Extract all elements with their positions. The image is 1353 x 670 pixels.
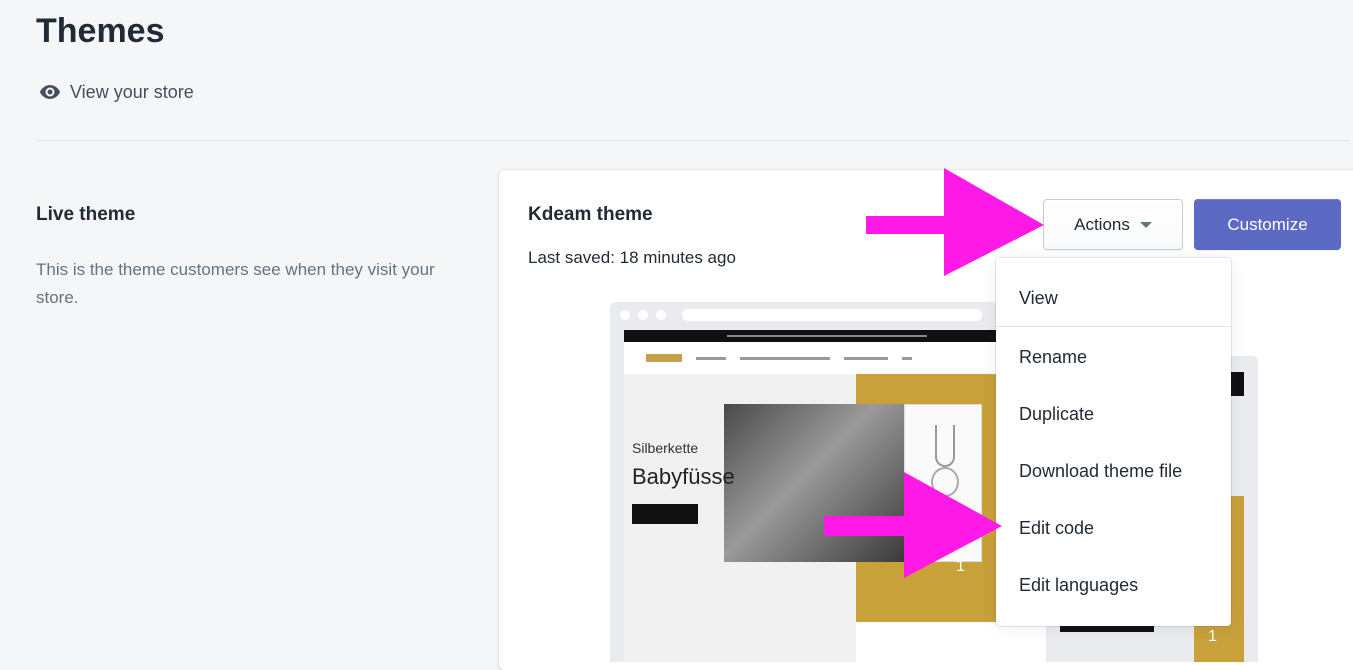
preview-nav xyxy=(624,342,1030,375)
header-divider xyxy=(36,140,1350,141)
arrow-annotation-edit-code xyxy=(824,472,1002,578)
preview-nav-item xyxy=(696,356,726,360)
page-title: Themes xyxy=(36,12,165,50)
browser-dot xyxy=(638,310,648,320)
eye-icon xyxy=(40,85,60,99)
live-theme-heading: Live theme xyxy=(36,204,136,225)
preview-logo xyxy=(646,354,682,362)
preview-hero-title: Babyfüsse xyxy=(632,464,735,489)
actions-button[interactable]: Actions xyxy=(1043,199,1183,250)
menu-item-edit-languages[interactable]: Edit languages xyxy=(996,560,1231,610)
browser-dot xyxy=(656,310,666,320)
mobile-slide-number: 1 xyxy=(1208,628,1217,645)
customize-button[interactable]: Customize xyxy=(1194,199,1341,250)
arrow-annotation-actions xyxy=(866,168,1044,276)
live-theme-description: This is the theme customers see when the… xyxy=(36,260,435,307)
preview-hero-subtitle: Silberkette xyxy=(632,440,699,456)
preview-announcement-bar xyxy=(624,330,1030,342)
menu-item-edit-code[interactable]: Edit code xyxy=(996,503,1231,553)
actions-button-label: Actions xyxy=(1074,214,1130,234)
preview-nav-item xyxy=(740,356,830,360)
browser-url-bar xyxy=(682,309,982,321)
browser-dot xyxy=(620,310,630,320)
preview-browser-bar xyxy=(610,302,1030,328)
theme-name: Kdeam theme xyxy=(528,204,653,225)
last-saved-text: Last saved: 18 minutes ago xyxy=(528,248,736,267)
caret-down-icon xyxy=(1139,221,1152,228)
menu-item-duplicate[interactable]: Duplicate xyxy=(996,389,1231,439)
view-store-label: View your store xyxy=(70,81,194,102)
view-store-link[interactable]: View your store xyxy=(38,80,194,104)
menu-divider xyxy=(996,326,1231,327)
menu-item-view[interactable]: View xyxy=(996,273,1231,323)
preview-nav-item xyxy=(902,356,912,360)
preview-hero-button xyxy=(632,504,698,524)
pendant-chain xyxy=(935,425,955,467)
preview-nav-item xyxy=(844,356,888,360)
actions-menu: View Rename Duplicate Download theme fil… xyxy=(996,258,1231,626)
menu-item-rename[interactable]: Rename xyxy=(996,332,1231,382)
menu-item-download-theme-file[interactable]: Download theme file xyxy=(996,446,1231,496)
